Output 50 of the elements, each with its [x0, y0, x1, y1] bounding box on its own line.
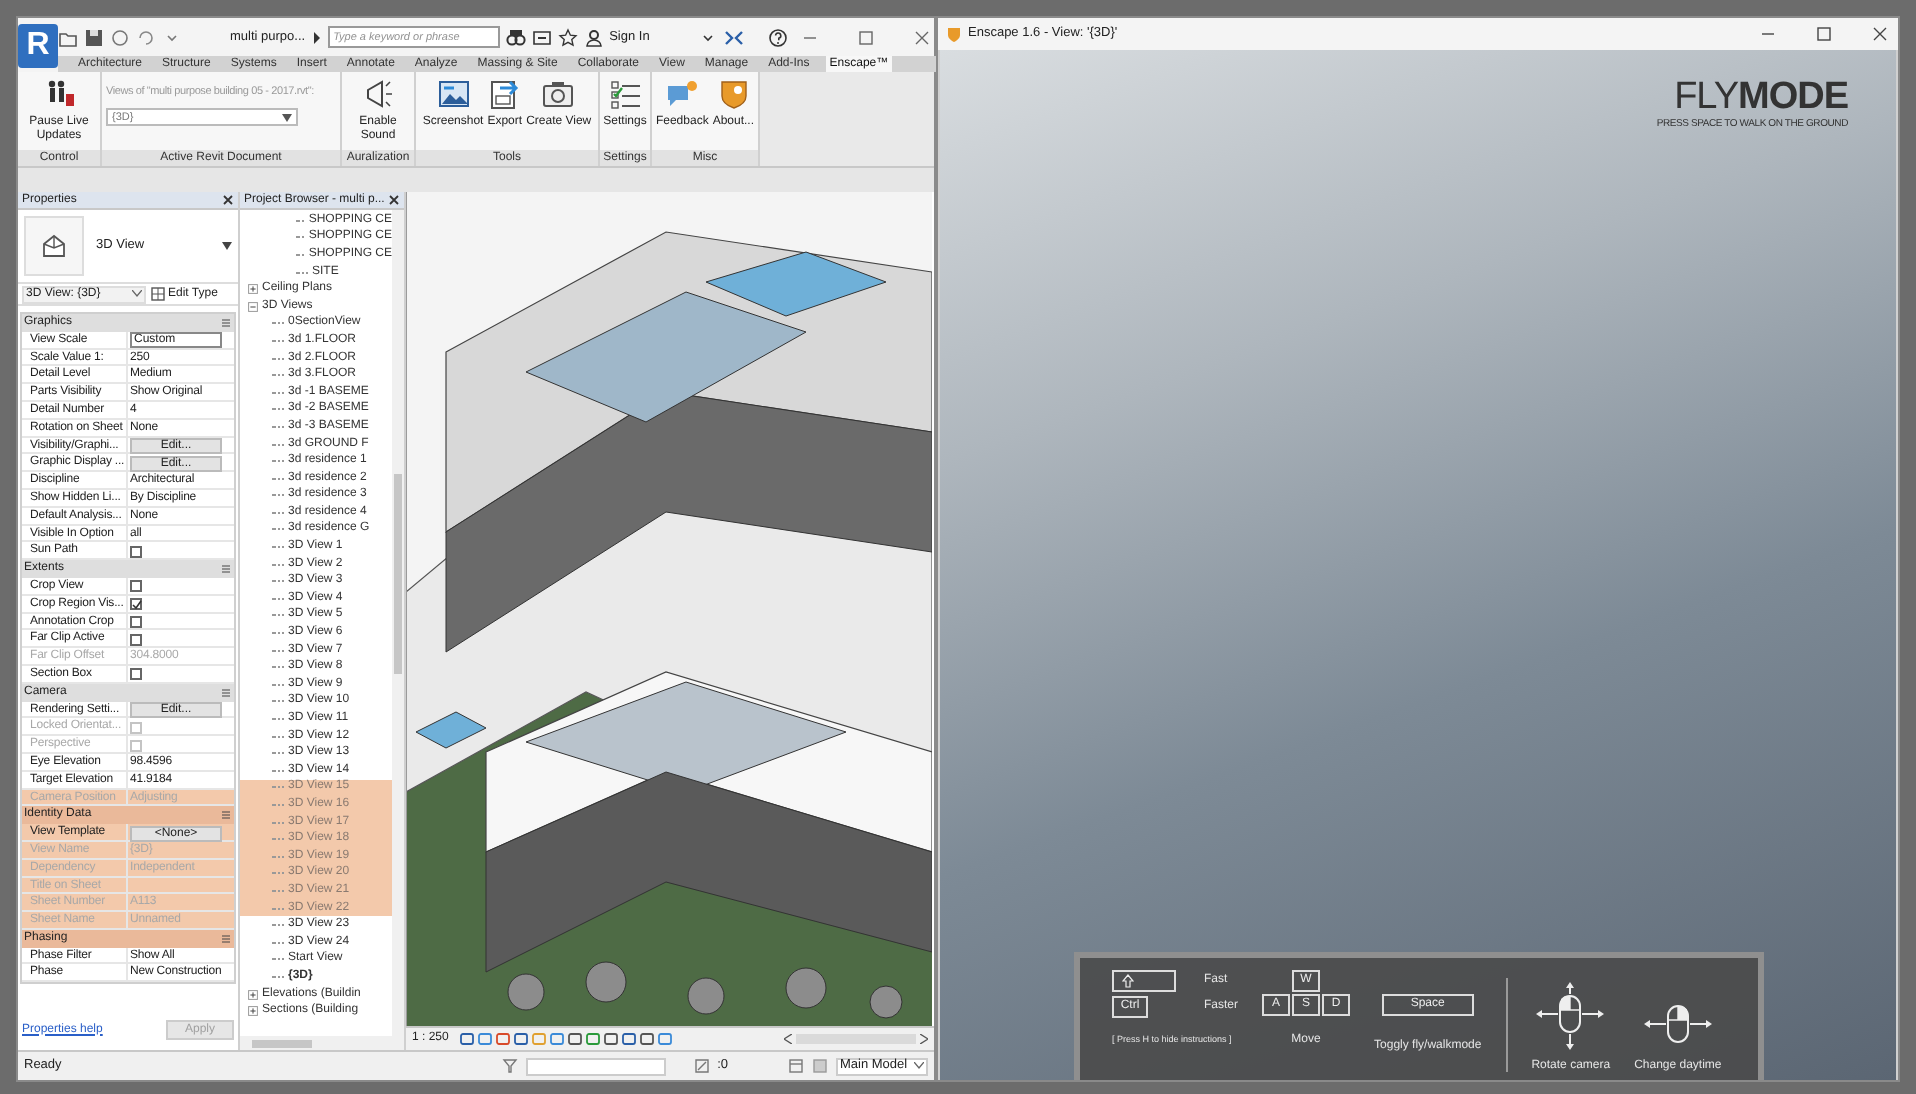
- scrollbar[interactable]: [240, 1036, 404, 1050]
- checklist-icon: [609, 78, 641, 110]
- caret-icon: [914, 1062, 924, 1070]
- picture-icon: [437, 78, 470, 110]
- help-icon[interactable]: [767, 27, 788, 47]
- triangle-icon[interactable]: [311, 29, 322, 45]
- grid-icon: [150, 286, 166, 302]
- shield-icon: [946, 26, 962, 42]
- maximize-icon[interactable]: [855, 27, 876, 47]
- app-logo[interactable]: R: [18, 23, 58, 67]
- checkbox[interactable]: [130, 580, 142, 593]
- speaker-icon: [362, 78, 394, 110]
- close-icon[interactable]: [1870, 24, 1890, 44]
- checkmark-icon: [131, 599, 141, 610]
- filter-icon[interactable]: [501, 1058, 518, 1074]
- checkbox[interactable]: [130, 633, 142, 646]
- expand-icon[interactable]: [248, 284, 258, 295]
- binoculars-icon[interactable]: [505, 27, 526, 47]
- workset-field[interactable]: [525, 1057, 666, 1075]
- scrollbar[interactable]: [392, 210, 404, 1036]
- window-icon[interactable]: [788, 1058, 804, 1074]
- maximize-icon[interactable]: [1814, 24, 1834, 44]
- checkbox[interactable]: [130, 668, 142, 681]
- expand-icon[interactable]: [248, 989, 258, 1000]
- speech-bubble-icon: [666, 78, 699, 110]
- close-icon[interactable]: [222, 194, 234, 206]
- checkbox[interactable]: [130, 615, 142, 628]
- scroll-left-icon[interactable]: [784, 1034, 792, 1044]
- save-icon[interactable]: [84, 27, 104, 47]
- star-icon[interactable]: [557, 27, 578, 47]
- camera-icon: [542, 78, 575, 110]
- checkbox[interactable]: [130, 545, 142, 558]
- arrow-up-icon: [1122, 974, 1134, 988]
- close-icon[interactable]: [388, 194, 400, 206]
- checkbox[interactable]: [130, 598, 142, 611]
- caret-icon: [132, 290, 142, 298]
- selection-icon[interactable]: [693, 1058, 710, 1074]
- mouse-arrows-icon: [1534, 980, 1607, 1052]
- folder-icon[interactable]: [58, 27, 78, 47]
- undo-icon[interactable]: [136, 27, 156, 47]
- close-icon[interactable]: [911, 27, 932, 47]
- caret-icon[interactable]: [222, 242, 232, 250]
- expand-icon[interactable]: [248, 1006, 258, 1017]
- scroll-right-icon[interactable]: [920, 1034, 928, 1044]
- figures-icon: [43, 78, 75, 110]
- mode-heading: FLYMODE: [1674, 78, 1848, 118]
- caret-icon: [282, 113, 292, 122]
- collapse-icon[interactable]: [248, 301, 258, 312]
- user-icon[interactable]: [583, 27, 604, 47]
- shield-icon: [717, 78, 750, 110]
